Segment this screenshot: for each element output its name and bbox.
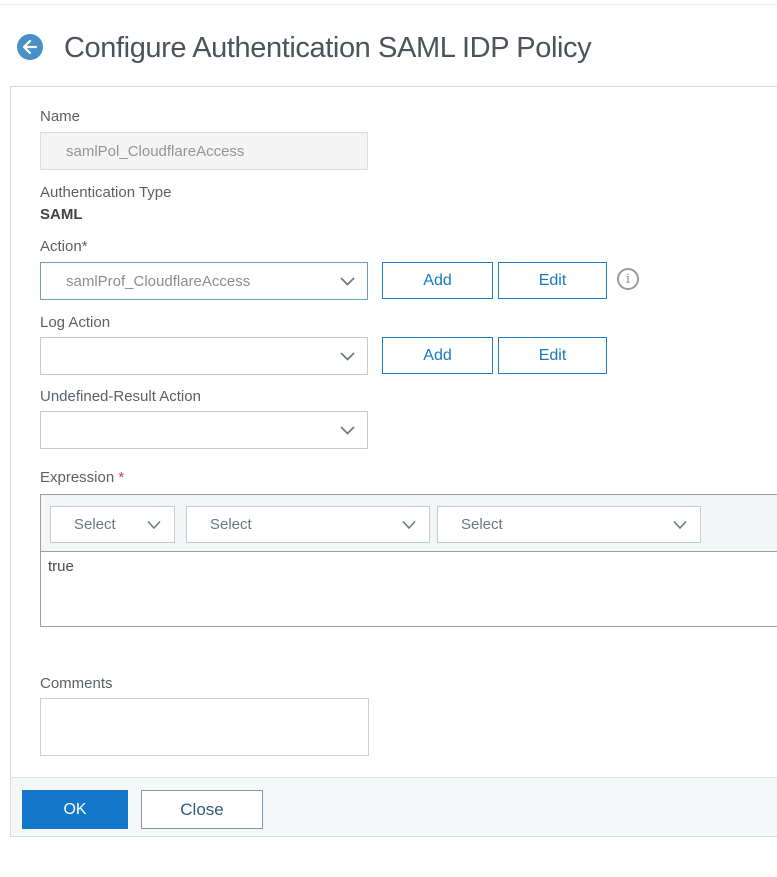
close-button[interactable]: Close xyxy=(141,790,263,829)
action-select[interactable]: samlProf_CloudflareAccess xyxy=(40,262,368,300)
ok-button[interactable]: OK xyxy=(22,790,128,829)
comments-label: Comments xyxy=(40,675,113,692)
expression-builder: Select Select Select true xyxy=(40,494,777,627)
name-label: Name xyxy=(40,108,81,125)
log-action-add-button[interactable]: Add xyxy=(382,337,493,374)
info-icon[interactable]: i xyxy=(617,268,639,290)
expression-select-2-value: Select xyxy=(210,516,252,533)
name-input[interactable] xyxy=(40,132,368,170)
arrow-left-icon xyxy=(22,40,38,54)
chevron-down-icon xyxy=(672,520,688,530)
required-asterisk: * xyxy=(118,469,125,486)
auth-type-value: SAML xyxy=(40,206,83,223)
action-edit-button[interactable]: Edit xyxy=(498,262,607,299)
expression-editor[interactable]: true xyxy=(41,552,777,627)
expression-select-3[interactable]: Select xyxy=(437,506,701,543)
form-panel: Name Authentication Type SAML Action* sa… xyxy=(10,86,777,837)
comments-textarea[interactable] xyxy=(40,698,369,756)
configure-saml-idp-policy-screen: Configure Authentication SAML IDP Policy… xyxy=(0,0,777,877)
action-add-button[interactable]: Add xyxy=(382,262,493,299)
back-button[interactable] xyxy=(17,34,43,60)
expression-select-1-value: Select xyxy=(74,516,116,533)
chevron-down-icon xyxy=(339,351,356,362)
log-action-edit-button[interactable]: Edit xyxy=(498,337,607,374)
expression-select-3-value: Select xyxy=(461,516,503,533)
footer-bar: OK Close xyxy=(11,777,777,836)
chevron-down-icon xyxy=(339,276,356,287)
auth-type-label: Authentication Type xyxy=(40,184,172,201)
undefined-result-action-label: Undefined-Result Action xyxy=(40,388,201,405)
log-action-select[interactable] xyxy=(40,337,368,375)
expression-builder-toolbar: Select Select Select xyxy=(41,495,777,552)
action-select-value: samlProf_CloudflareAccess xyxy=(66,272,251,290)
action-label: Action* xyxy=(40,238,88,255)
page-title: Configure Authentication SAML IDP Policy xyxy=(64,32,592,64)
expression-label-text: Expression xyxy=(40,469,115,486)
top-divider xyxy=(0,4,777,5)
chevron-down-icon xyxy=(401,520,417,530)
expression-label: Expression * xyxy=(40,469,124,486)
expression-select-1[interactable]: Select xyxy=(50,506,175,543)
chevron-down-icon xyxy=(339,425,356,436)
expression-select-2[interactable]: Select xyxy=(186,506,430,543)
undefined-result-action-select[interactable] xyxy=(40,411,368,449)
log-action-label: Log Action xyxy=(40,314,111,331)
chevron-down-icon xyxy=(146,520,162,530)
